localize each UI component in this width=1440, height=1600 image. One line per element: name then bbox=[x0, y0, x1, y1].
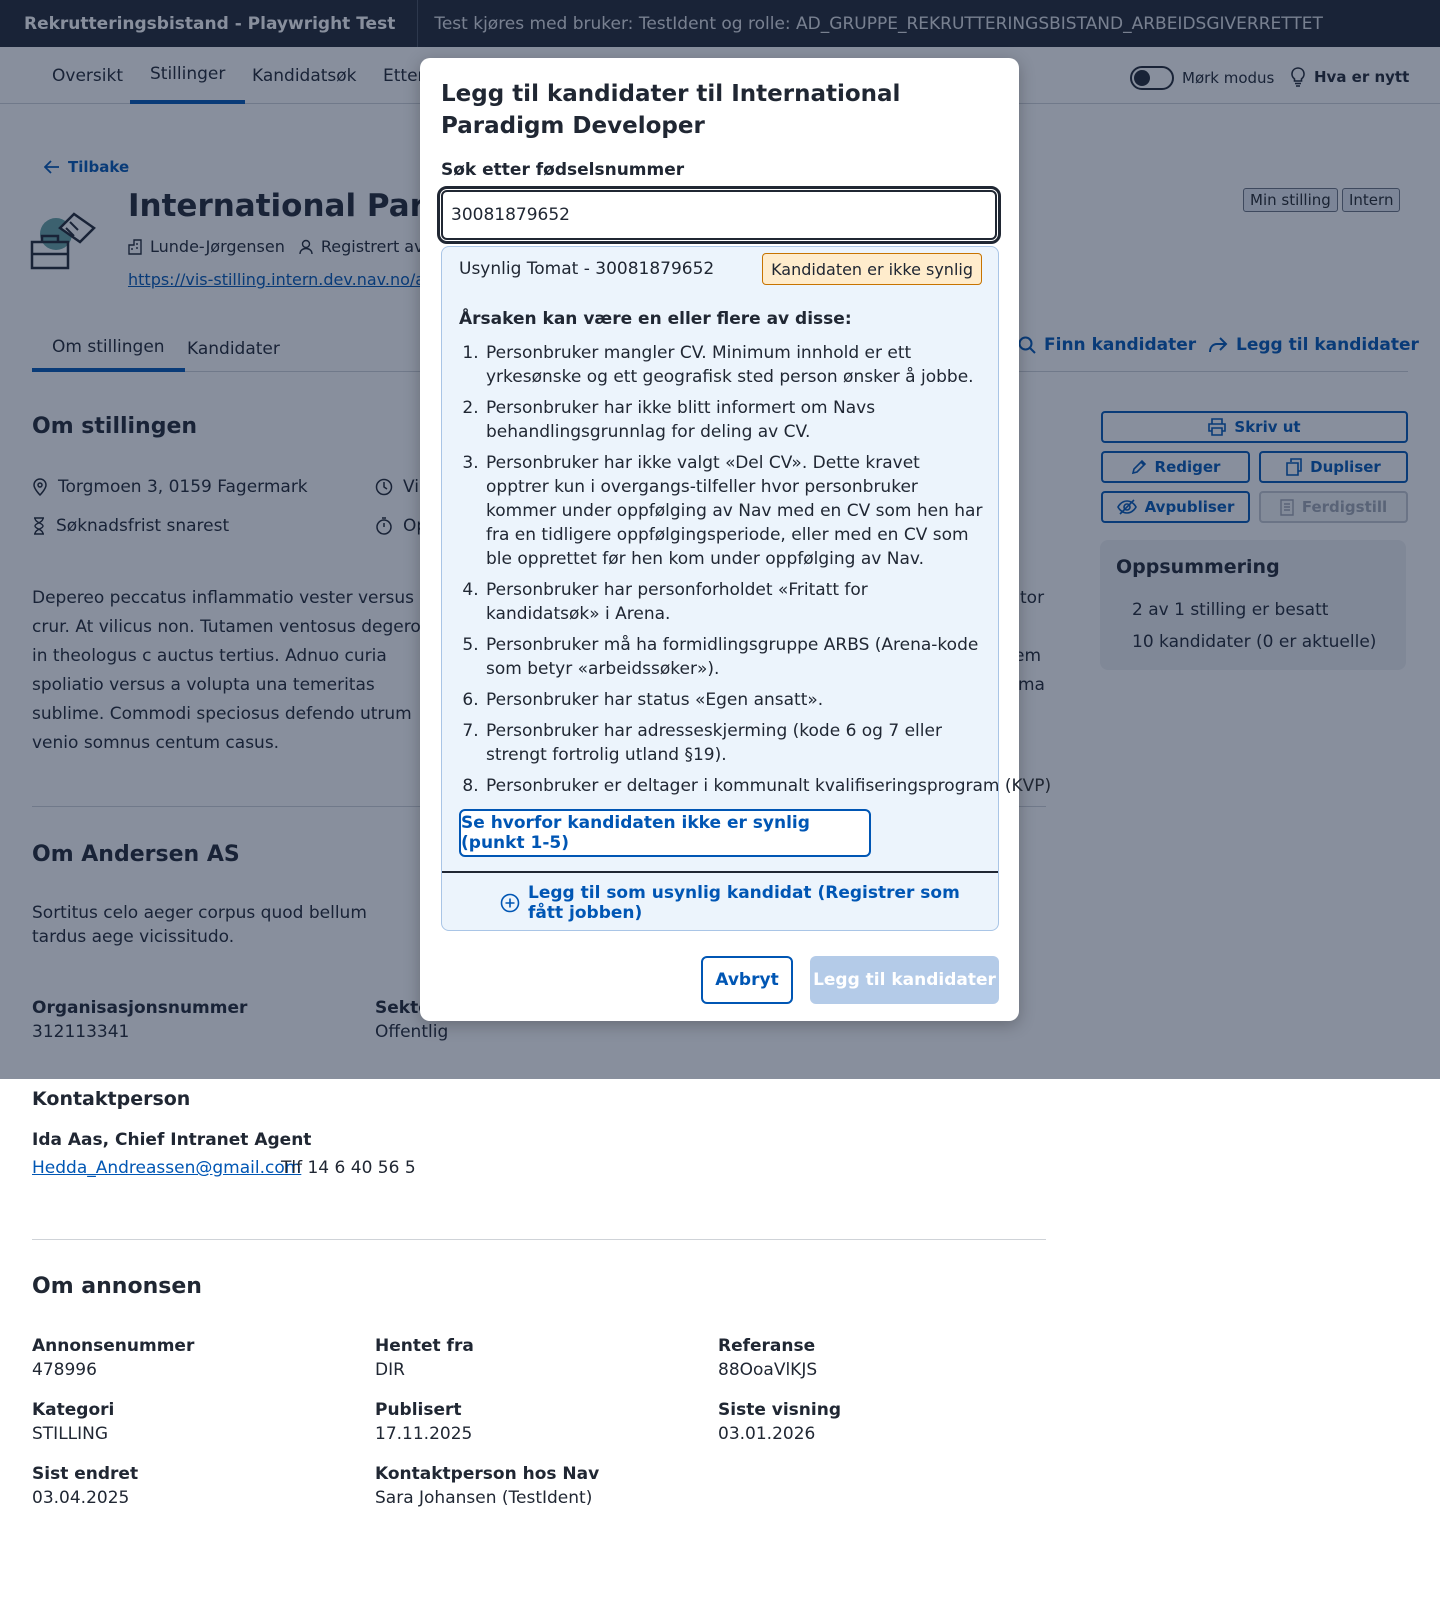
last-changed-value: 03.04.2025 bbox=[32, 1488, 130, 1508]
category-value: STILLING bbox=[32, 1424, 109, 1444]
reference-label: Referanse bbox=[718, 1336, 816, 1356]
last-view-label: Siste visning bbox=[718, 1400, 841, 1420]
birth-number-input[interactable]: 30081879652 bbox=[437, 186, 1001, 244]
reason-item: Personbruker er deltager i kommunalt kva… bbox=[484, 774, 1051, 798]
reasons-list: Personbruker mangler CV. Minimum innhold… bbox=[484, 341, 1051, 805]
last-view-value: 03.01.2026 bbox=[718, 1424, 816, 1444]
reason-item: Personbruker mangler CV. Minimum innhold… bbox=[484, 341, 984, 389]
search-result-panel: Usynlig Tomat - 30081879652 Kandidaten e… bbox=[441, 246, 1051, 931]
contact-email-link[interactable]: Hedda_Andreassen@gmail.com bbox=[32, 1158, 301, 1178]
reason-item: Personbruker har status «Egen ansatt». bbox=[484, 688, 984, 712]
plus-circle-icon bbox=[500, 893, 520, 913]
reason-item: Personbruker har personforholdet «Fritat… bbox=[484, 578, 984, 626]
modal-title: Legg til kandidater til International Pa… bbox=[441, 81, 901, 139]
section-divider bbox=[32, 1239, 1046, 1240]
submit-add-candidates-button[interactable]: Legg til kandidater bbox=[810, 956, 999, 1004]
published-label: Publisert bbox=[375, 1400, 462, 1420]
ad-number-value: 478996 bbox=[32, 1360, 97, 1380]
why-not-visible-button[interactable]: Se hvorfor kandidaten ikke er synlig (pu… bbox=[459, 809, 871, 857]
result-separator bbox=[442, 871, 998, 873]
published-value: 17.11.2025 bbox=[375, 1424, 473, 1444]
about-ad-heading: Om annonsen bbox=[32, 1274, 202, 1299]
category-label: Kategori bbox=[32, 1400, 115, 1420]
search-label: Søk etter fødselsnummer bbox=[441, 160, 685, 180]
nav-contact-label: Kontaktperson hos Nav bbox=[375, 1464, 600, 1484]
add-invisible-label: Legg til som usynlig kandidat (Registrer… bbox=[528, 883, 960, 923]
not-visible-badge: Kandidaten er ikke synlig bbox=[762, 253, 982, 285]
source-value: DIR bbox=[375, 1360, 405, 1380]
nav-contact-value: Sara Johansen (TestIdent) bbox=[375, 1488, 593, 1508]
contact-name: Ida Aas, Chief Intranet Agent bbox=[32, 1130, 312, 1150]
contact-heading: Kontaktperson bbox=[32, 1088, 191, 1110]
reference-value: 88OoaVlKJS bbox=[718, 1360, 818, 1380]
reason-item: Personbruker må ha formidlingsgruppe ARB… bbox=[484, 633, 984, 681]
reason-item: Personbruker har ikke valgt «Del CV». De… bbox=[484, 451, 984, 571]
source-label: Hentet fra bbox=[375, 1336, 474, 1356]
ad-number-label: Annonsenummer bbox=[32, 1336, 195, 1356]
reasons-title: Årsaken kan være en eller flere av disse… bbox=[459, 309, 852, 329]
candidate-name: Usynlig Tomat - 30081879652 bbox=[459, 259, 715, 279]
reason-item: Personbruker har adresseskjerming (kode … bbox=[484, 719, 984, 767]
cancel-button[interactable]: Avbryt bbox=[701, 956, 793, 1004]
last-changed-label: Sist endret bbox=[32, 1464, 139, 1484]
add-invisible-candidate-button[interactable]: Legg til som usynlig kandidat (Registrer… bbox=[500, 883, 998, 923]
add-candidates-modal: Legg til kandidater til International Pa… bbox=[420, 58, 1051, 1021]
contact-phone: Tlf 14 6 40 56 5 bbox=[281, 1158, 416, 1178]
reason-item: Personbruker har ikke blitt informert om… bbox=[484, 396, 984, 444]
